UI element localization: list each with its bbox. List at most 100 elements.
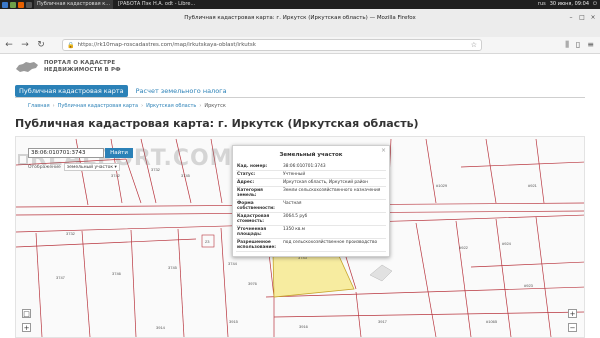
- clock[interactable]: 30 июня, 09:04: [550, 0, 589, 9]
- parcel-label: 3976: [248, 281, 258, 286]
- parcel-label: 3916: [299, 324, 309, 329]
- logo-line2: НЕДВИЖИМОСТИ В РФ: [44, 67, 121, 73]
- keyboard-layout[interactable]: rus: [538, 0, 546, 9]
- lock-icon[interactable]: 🔒: [67, 40, 74, 50]
- parcel-info-popup: × Земельный участок Кад. номер: 38:06:010…: [232, 145, 390, 257]
- find-button[interactable]: Найти: [105, 148, 133, 158]
- breadcrumb-separator: ›: [52, 103, 55, 109]
- parcel-label: 3745: [181, 173, 191, 178]
- breadcrumb-region[interactable]: Иркутская область: [146, 103, 196, 109]
- breadcrumb-map[interactable]: Публичная кадастровая карта: [58, 103, 138, 109]
- maximize-icon[interactable]: □: [579, 15, 585, 21]
- url-bar[interactable]: 🔒 https://rk10map-roscadastres.com/map/i…: [62, 39, 482, 51]
- zoom-out-button[interactable]: −: [568, 323, 577, 332]
- taskbar-task-writer[interactable]: [РАБОТА Пэк Н.А. odt - Libre...: [115, 0, 198, 9]
- cadastral-map[interactable]: 3732 3732 3747 3746 3745 3744 3743 3917 …: [15, 136, 585, 338]
- map-search: Найти: [28, 148, 133, 158]
- russia-map-icon: [16, 62, 38, 72]
- breadcrumb-current: Иркутск: [204, 103, 226, 109]
- watermark-house-icon: [18, 154, 28, 165]
- table-row: Кадастровая стоимость: 3064.5 руб: [236, 212, 386, 226]
- table-row: Форма собственности: Частная: [236, 199, 386, 213]
- parcel-label: 3917: [378, 319, 388, 324]
- parcel-label: 3742: [111, 173, 121, 178]
- row-value: Частная: [282, 199, 386, 213]
- breadcrumb-separator: ›: [141, 103, 144, 109]
- row-label: Категория земель:: [236, 186, 282, 200]
- parcel-label: 3915: [229, 319, 239, 324]
- reload-icon[interactable]: ↻: [36, 40, 46, 50]
- table-row: Разрешенное использование: под сельскохоз…: [236, 238, 386, 252]
- toolbar-icons: ⫼ ▯ ≡: [565, 40, 600, 50]
- parcel-label: 3732: [66, 231, 76, 236]
- close-icon[interactable]: ×: [590, 15, 596, 21]
- object-type-value[interactable]: земельный участок: [67, 165, 113, 170]
- bookmark-star-icon[interactable]: ☆: [471, 40, 477, 50]
- menu-icon[interactable]: [2, 1, 8, 8]
- parcel-label: 23: [205, 239, 210, 244]
- tab-land-tax[interactable]: Расчет земельного налога: [136, 87, 227, 95]
- parcel-label: #922: [459, 245, 469, 250]
- taskbar-launchers: [0, 0, 32, 9]
- row-value: Земли сельскохозяйственного назначения: [282, 186, 386, 200]
- popup-title: Земельный участок: [279, 152, 343, 158]
- files-icon[interactable]: [10, 1, 16, 8]
- window-title: Публичная кадастровая карта: г. Иркутск …: [184, 15, 416, 21]
- cadastral-number-input[interactable]: [28, 148, 104, 158]
- logo-line1: ПОРТАЛ О КАДАСТРЕ: [44, 60, 116, 66]
- parcel-label: 3746: [112, 271, 122, 276]
- row-label: Статус:: [236, 170, 282, 179]
- window-controls: – □ ×: [568, 15, 596, 21]
- zoom-box-button[interactable]: □: [22, 309, 31, 318]
- row-label: Уточненная площадь:: [236, 225, 282, 239]
- system-tray: rus 30 июня, 09:04 ⏻: [538, 0, 600, 9]
- forward-icon[interactable]: →: [20, 40, 30, 50]
- logo-text: ПОРТАЛ О КАДАСТРЕ НЕДВИЖИМОСТИ В РФ: [44, 60, 121, 74]
- row-label: Форма собственности:: [236, 199, 282, 213]
- page-title: Публичная кадастровая карта: г. Иркутск …: [15, 117, 419, 130]
- row-value: под сельскохозяйственное производство: [282, 238, 386, 252]
- hamburger-menu-icon[interactable]: ≡: [587, 40, 594, 50]
- minimize-icon[interactable]: –: [568, 15, 574, 21]
- parcel-label: 3747: [56, 275, 66, 280]
- os-taskbar: Публичная кадастровая к... [РАБОТА Пэк Н…: [0, 0, 600, 9]
- breadcrumb-home[interactable]: Главная: [28, 103, 50, 109]
- window-titlebar: Публичная кадастровая карта: г. Иркутск …: [0, 9, 600, 28]
- firefox-icon[interactable]: [18, 1, 24, 8]
- table-row: Категория земель: Земли сельскохозяйствен…: [236, 186, 386, 200]
- parcel-info-table: Кад. номер: 38:06:010701:3743 Статус: Учте…: [236, 163, 386, 252]
- row-value: 38:06:010701:3743: [282, 163, 386, 171]
- parcel-label: 3914: [156, 325, 166, 330]
- sidebar-icon[interactable]: ▯: [576, 40, 580, 50]
- object-type-filter: Отображение земельный участок ▾: [28, 163, 120, 171]
- row-label: Разрешенное использование:: [236, 238, 282, 252]
- row-value: 1350 кв.м: [282, 225, 386, 239]
- power-icon[interactable]: ⏻: [593, 0, 597, 9]
- row-label: Кадастровая стоимость:: [236, 212, 282, 226]
- parcel-label: #921: [528, 183, 538, 188]
- back-icon[interactable]: ←: [4, 40, 14, 50]
- parcel-label: #924: [502, 241, 512, 246]
- row-label: Кад. номер:: [236, 163, 282, 171]
- url-text[interactable]: https://rk10map-roscadastres.com/map/irk…: [77, 40, 255, 50]
- zoom-in-button[interactable]: +: [22, 323, 31, 332]
- table-row: Уточненная площадь: 1350 кв.м: [236, 225, 386, 239]
- row-value: 3064.5 руб: [282, 212, 386, 226]
- parcel-label: #923: [524, 283, 534, 288]
- table-row: Статус: Учтенный: [236, 170, 386, 179]
- parcel-label: 3745: [168, 265, 178, 270]
- site-logo[interactable]: ПОРТАЛ О КАДАСТРЕ НЕДВИЖИМОСТИ В РФ: [15, 60, 121, 74]
- terminal-icon[interactable]: [26, 1, 32, 8]
- row-label: Адрес:: [236, 178, 282, 187]
- tab-cadastral-map[interactable]: Публичная кадастровая карта: [15, 85, 128, 97]
- taskbar-task-firefox[interactable]: Публичная кадастровая к...: [34, 0, 114, 9]
- parcel-label: #1029: [436, 183, 448, 188]
- parcel-label: #1065: [486, 319, 498, 324]
- zoom-in-right-button[interactable]: +: [568, 309, 577, 318]
- browser-navbar: ← → ↻ 🔒 https://rk10map-roscadastres.com…: [0, 37, 600, 54]
- object-type-select[interactable]: земельный участок ▾: [63, 163, 120, 171]
- row-value: Учтенный: [282, 170, 386, 179]
- tabs-divider: [15, 97, 585, 98]
- library-icon[interactable]: ⫼: [565, 40, 569, 50]
- breadcrumb-separator: ›: [199, 103, 202, 109]
